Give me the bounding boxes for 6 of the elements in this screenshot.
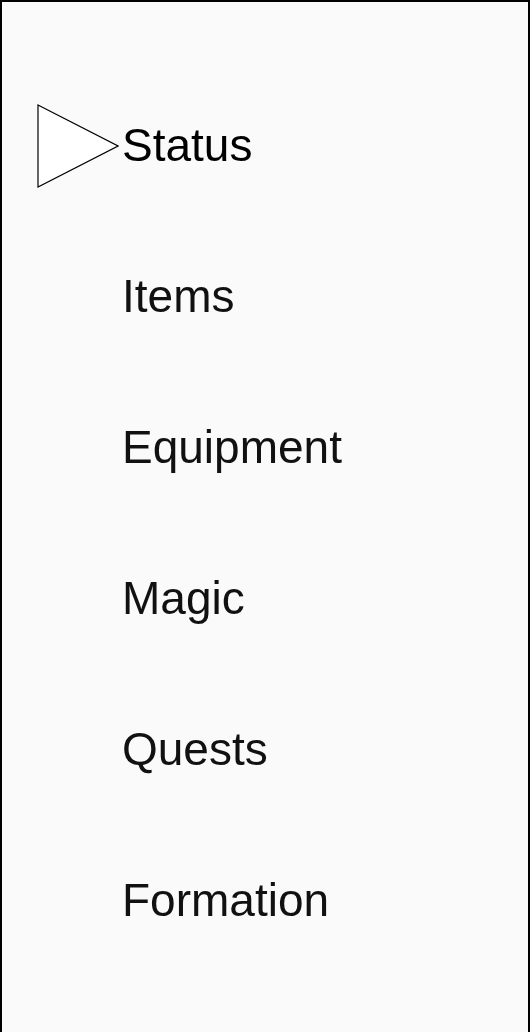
menu-item[interactable]: Formation bbox=[122, 874, 330, 927]
menu-item[interactable]: Equipment bbox=[122, 421, 342, 474]
menu-item[interactable]: Quests bbox=[122, 723, 268, 776]
menu-item[interactable]: Status bbox=[122, 119, 253, 172]
menu-item[interactable]: Items bbox=[122, 270, 235, 323]
menu-item[interactable]: Magic bbox=[122, 572, 245, 625]
